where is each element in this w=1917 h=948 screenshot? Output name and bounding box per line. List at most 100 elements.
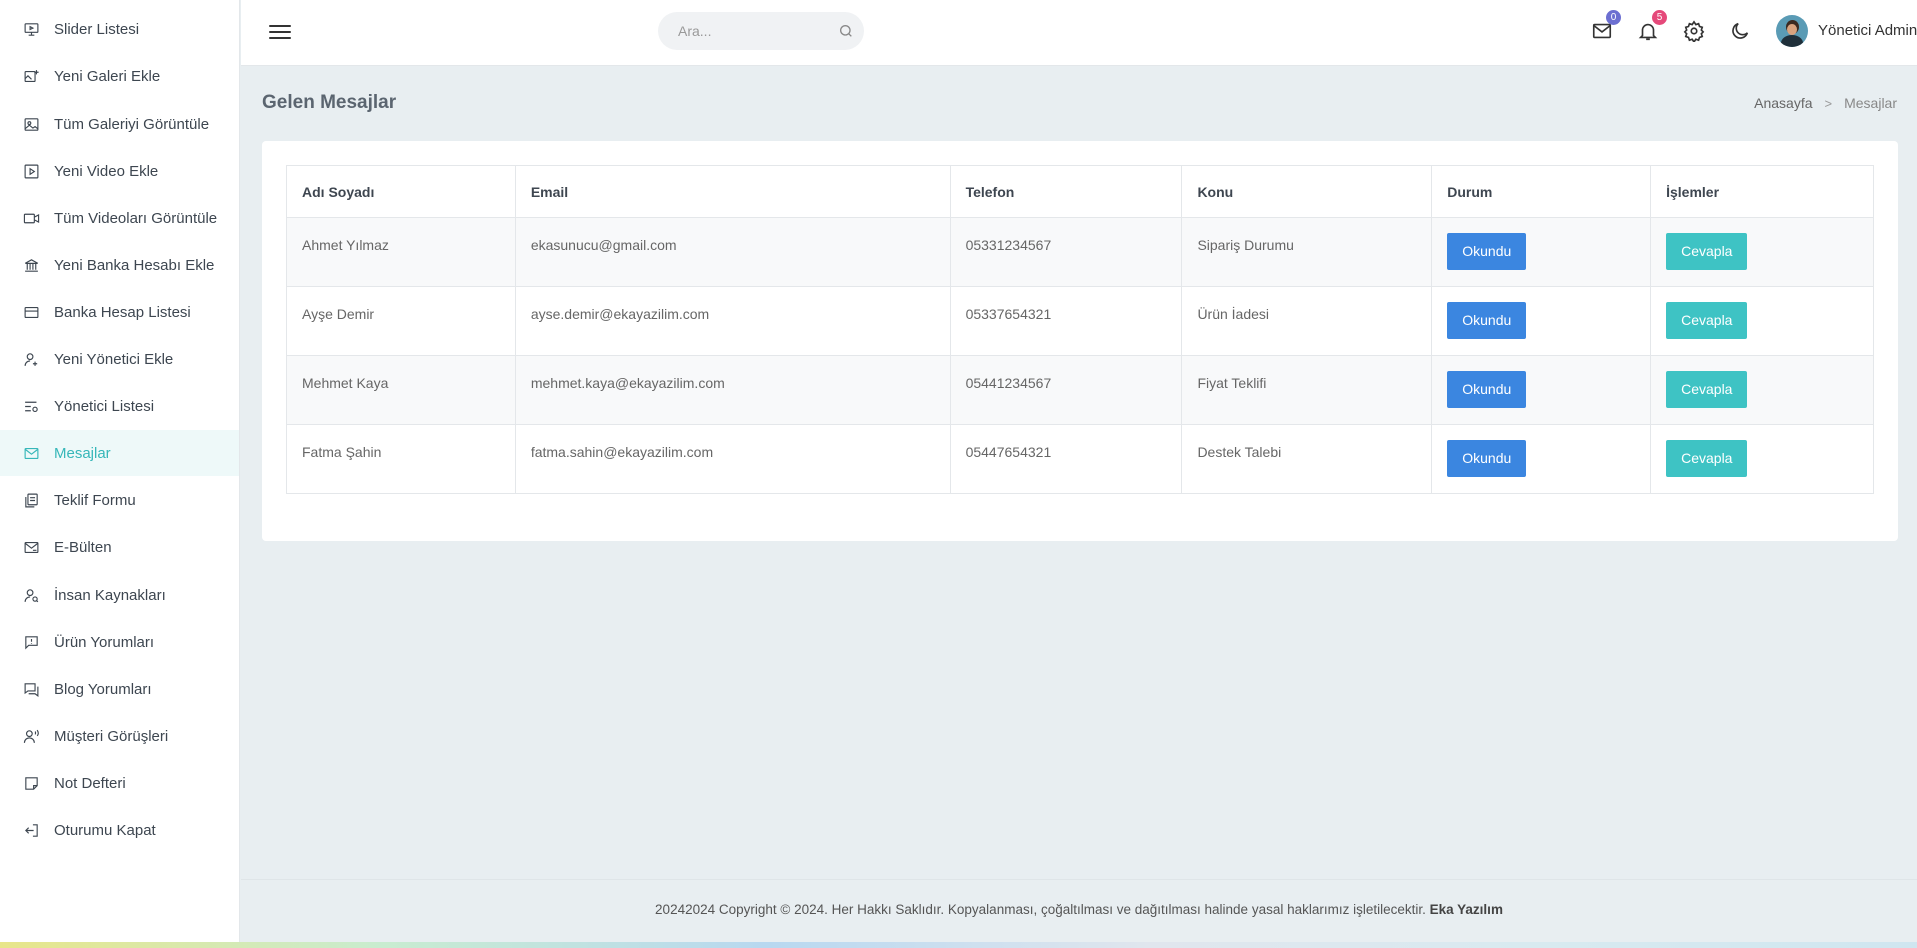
settings-button[interactable]: [1683, 20, 1707, 44]
sidebar-item-label: Tüm Galeriyi Görüntüle: [54, 115, 210, 133]
sidebar-item-e-bulten[interactable]: E-Bülten: [0, 524, 239, 570]
search-icon[interactable]: [838, 23, 854, 39]
table-row: Ayşe Demir ayse.demir@ekayazilim.com 053…: [286, 286, 1874, 356]
sidebar-item-yeni-yonetici[interactable]: Yeni Yönetici Ekle: [0, 336, 239, 382]
reply-button[interactable]: Cevapla: [1666, 233, 1748, 270]
sidebar-item-tum-videolar[interactable]: Tüm Videoları Görüntüle: [0, 195, 239, 241]
sidebar-item-label: Not Defteri: [54, 774, 126, 792]
sidebar-item-yeni-galeri-ekle[interactable]: Yeni Galeri Ekle: [0, 53, 239, 99]
cell-name: Ayşe Demir: [286, 286, 516, 356]
cell-name: Mehmet Kaya: [286, 355, 516, 425]
sidebar-item-teklif-formu[interactable]: Teklif Formu: [0, 477, 239, 523]
table-row: Mehmet Kaya mehmet.kaya@ekayazilim.com 0…: [286, 355, 1874, 425]
cell-actions: Cevapla: [1650, 424, 1874, 494]
reply-button[interactable]: Cevapla: [1666, 440, 1748, 477]
mark-read-button[interactable]: Okundu: [1447, 440, 1527, 477]
column-header-subject: Konu: [1181, 165, 1433, 218]
notification-count-badge: 5: [1652, 10, 1667, 25]
dark-mode-toggle[interactable]: [1729, 20, 1753, 44]
breadcrumb-home-link[interactable]: Anasayfa: [1754, 95, 1812, 111]
sidebar-item-insan-kaynaklari[interactable]: İnsan Kaynakları: [0, 572, 239, 618]
video-play-icon: [22, 162, 40, 180]
top-header: 0 5 Yönetici Admin: [241, 0, 1917, 66]
sidebar-item-label: Ürün Yorumları: [54, 633, 155, 651]
mail-notification-button[interactable]: 0: [1591, 10, 1621, 44]
table-row: Fatma Şahin fatma.sahin@ekayazilim.com 0…: [286, 424, 1874, 494]
cell-subject: Fiyat Teklifi: [1181, 355, 1433, 425]
user-name[interactable]: Yönetici Admin: [1818, 22, 1917, 39]
messages-table: Adı Soyadı Email Telefon Konu Durum İşle…: [286, 165, 1874, 494]
sidebar-item-label: Banka Hesap Listesi: [54, 303, 191, 321]
user-voice-icon: [22, 727, 40, 745]
sidebar-item-not-defteri[interactable]: Not Defteri: [0, 760, 239, 806]
sidebar-item-tum-galeri[interactable]: Tüm Galeriyi Görüntüle: [0, 101, 239, 147]
mark-read-button[interactable]: Okundu: [1447, 233, 1527, 270]
notification-button[interactable]: 5: [1637, 10, 1667, 44]
footer: 20242024 Copyright © 2024. Her Hakkı Sak…: [241, 879, 1917, 942]
menu-toggle-icon[interactable]: [269, 21, 291, 41]
cell-email: ekasunucu@gmail.com: [514, 217, 951, 287]
search-input[interactable]: [658, 12, 818, 50]
sidebar-item-label: Mesajlar: [54, 444, 111, 462]
file-copy-icon: [22, 491, 40, 509]
bank-icon: [22, 256, 40, 274]
cell-name: Fatma Şahin: [286, 424, 516, 494]
avatar[interactable]: [1776, 15, 1808, 47]
breadcrumb-current: Mesajlar: [1844, 95, 1897, 111]
cell-email: fatma.sahin@ekayazilim.com: [514, 424, 951, 494]
cell-actions: Cevapla: [1650, 217, 1874, 287]
cell-phone: 05447654321: [949, 424, 1183, 494]
mark-read-button[interactable]: Okundu: [1447, 371, 1527, 408]
cell-subject: Sipariş Durumu: [1181, 217, 1433, 287]
cell-subject: Destek Talebi: [1181, 424, 1433, 494]
sticky-note-icon: [22, 774, 40, 792]
reply-button[interactable]: Cevapla: [1666, 302, 1748, 339]
sidebar-item-label: İnsan Kaynakları: [54, 586, 166, 604]
sidebar-item-label: Yeni Video Ekle: [54, 162, 159, 180]
sidebar-item-yonetici-liste[interactable]: Yönetici Listesi: [0, 383, 239, 429]
sidebar-item-label: Slider Listesi: [54, 20, 140, 38]
sidebar-item-oturumu-kapat[interactable]: Oturumu Kapat: [0, 807, 239, 853]
cell-subject: Ürün İadesi: [1181, 286, 1433, 356]
sidebar-item-label: Yönetici Listesi: [54, 397, 155, 415]
page-title: Gelen Mesajlar: [262, 92, 397, 113]
cell-status: Okundu: [1431, 424, 1652, 494]
gear-icon: [1683, 20, 1705, 44]
breadcrumb-separator: >: [1824, 95, 1833, 111]
sidebar-item-banka-liste[interactable]: Banka Hesap Listesi: [0, 289, 239, 335]
comment-alert-icon: [22, 633, 40, 651]
reply-button[interactable]: Cevapla: [1666, 371, 1748, 408]
gallery-add-icon: [22, 67, 40, 85]
sidebar-item-yeni-banka[interactable]: Yeni Banka Hesabı Ekle: [0, 242, 239, 288]
mark-read-button[interactable]: Okundu: [1447, 302, 1527, 339]
cell-actions: Cevapla: [1650, 355, 1874, 425]
sidebar-item-yeni-video[interactable]: Yeni Video Ekle: [0, 148, 239, 194]
sidebar-item-label: Müşteri Görüşleri: [54, 727, 169, 745]
cell-status: Okundu: [1431, 286, 1652, 356]
table-row: Ahmet Yılmaz ekasunucu@gmail.com 0533123…: [286, 217, 1874, 287]
mail-send-icon: [22, 538, 40, 556]
sidebar-item-label: Teklif Formu: [54, 491, 136, 509]
credit-card-icon: [22, 303, 40, 321]
cell-email: mehmet.kaya@ekayazilim.com: [514, 355, 951, 425]
image-icon: [22, 115, 40, 133]
sidebar-item-blog-yorumlari[interactable]: Blog Yorumları: [0, 666, 239, 712]
column-header-actions: İşlemler: [1650, 165, 1874, 218]
footer-brand-link[interactable]: Eka Yazılım: [1430, 902, 1503, 917]
column-header-name: Adı Soyadı: [286, 165, 516, 218]
video-camera-icon: [22, 209, 40, 227]
moon-icon: [1732, 22, 1749, 39]
sidebar-item-slider-listesi[interactable]: Slider Listesi: [0, 6, 239, 52]
messages-card: Adı Soyadı Email Telefon Konu Durum İşle…: [262, 141, 1898, 541]
monitor-icon: [22, 20, 40, 38]
column-header-status: Durum: [1431, 165, 1652, 218]
chat-icon: [22, 680, 40, 698]
user-search-icon: [22, 586, 40, 604]
mail-icon: [22, 444, 40, 462]
sidebar-item-urun-yorumlari[interactable]: Ürün Yorumları: [0, 619, 239, 665]
cell-status: Okundu: [1431, 217, 1652, 287]
sidebar-item-mesajlar[interactable]: Mesajlar: [0, 430, 239, 476]
sidebar-item-musteri-gorusleri[interactable]: Müşteri Görüşleri: [0, 713, 239, 759]
list-settings-icon: [22, 397, 40, 415]
sidebar-item-label: Blog Yorumları: [54, 680, 152, 698]
